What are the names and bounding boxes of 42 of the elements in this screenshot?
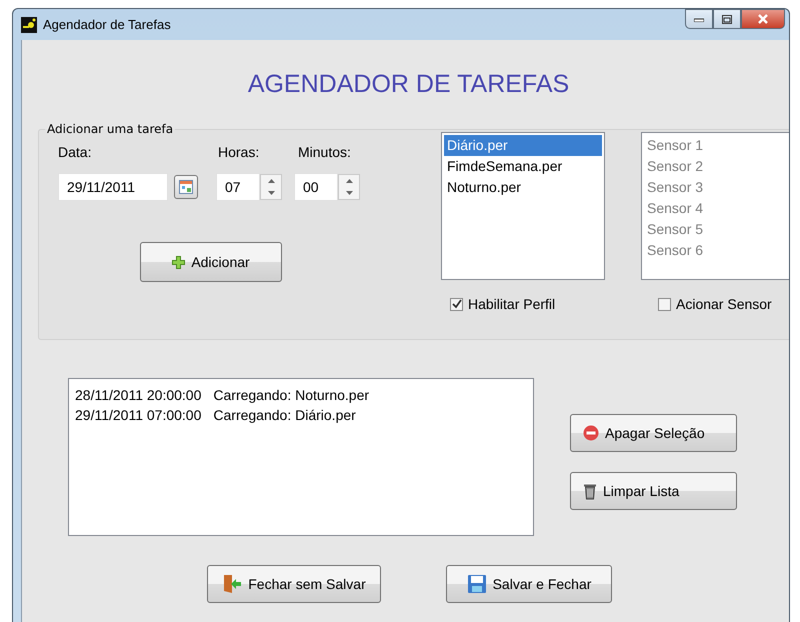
down-arrow-icon[interactable] [346,191,352,195]
close-button[interactable] [741,9,785,29]
maximize-button[interactable] [713,9,741,29]
schedule-entry[interactable]: 29/11/2011 07:00:00 Carregando: Diário.per [75,405,527,425]
hours-label: Horas: [218,144,260,160]
minutes-spinner[interactable] [338,174,360,200]
calendar-icon [179,180,193,194]
window-title: Agendador de Tarefas [43,17,171,32]
schedule-entry[interactable]: 28/11/2011 20:00:00 Carregando: Noturno.per [75,385,527,405]
save-close-button[interactable]: Salvar e Fechar [446,565,612,603]
door-exit-icon [222,574,242,594]
checkbox[interactable] [450,298,463,310]
maximize-icon [722,14,732,24]
close-icon [757,14,769,24]
group-legend: Adicionar uma tarefa [45,122,176,136]
minutes-label: Minutos: [298,144,351,160]
app-icon [21,16,37,32]
down-arrow-icon[interactable] [268,191,274,195]
delete-selection-button[interactable]: Apagar Seleção [570,414,737,452]
trash-icon [583,482,597,500]
up-arrow-icon[interactable] [346,179,352,183]
clear-list-button[interactable]: Limpar Lista [570,472,737,510]
calendar-button[interactable] [174,175,198,199]
app-heading: AGENDADOR DE TAREFAS [246,70,570,100]
profile-item[interactable]: Diário.per [444,135,602,156]
minimize-button[interactable] [685,9,713,29]
minimize-icon [694,16,704,22]
up-arrow-icon[interactable] [268,179,274,183]
close-without-save-button[interactable]: Fechar sem Salvar [207,565,381,603]
trigger-sensor-checkbox[interactable]: Acionar Sensor [658,296,789,312]
enable-profile-checkbox[interactable]: Habilitar Perfil [450,296,605,312]
plus-icon [172,256,186,268]
minutes-field[interactable]: 00 [294,173,338,201]
add-button[interactable]: Adicionar [140,242,282,282]
checkbox[interactable] [658,298,671,310]
hours-spinner[interactable] [260,174,282,200]
date-field[interactable]: 29/11/2011 [58,173,168,201]
date-label: Data: [58,144,92,160]
profile-item[interactable]: Noturno.per [444,177,602,198]
profile-item[interactable]: FimdeSemana.per [444,156,602,177]
no-entry-icon [583,425,599,441]
hours-field[interactable]: 07 [216,173,260,201]
